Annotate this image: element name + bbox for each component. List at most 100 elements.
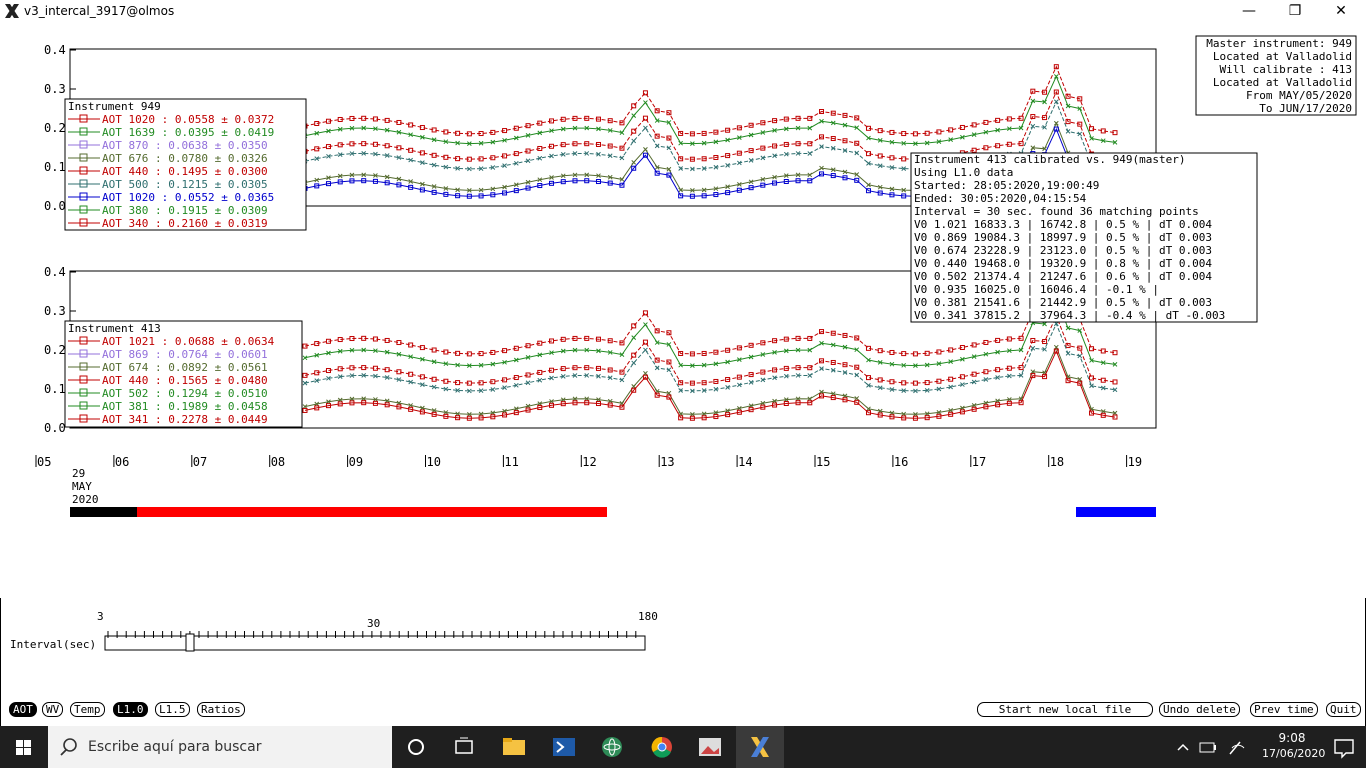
file-explorer-icon[interactable]: [490, 726, 538, 768]
search-placeholder: Escribe aquí para buscar: [88, 739, 262, 755]
info-line: Located at Valladolid: [1213, 76, 1352, 89]
x-tick-label: 11: [504, 455, 518, 469]
image-viewer-icon[interactable]: [686, 726, 734, 768]
powershell-icon[interactable]: [540, 726, 588, 768]
system-tray[interactable]: [1172, 726, 1262, 768]
legend-entry: AOT 870 : 0.0638 ± 0.0350: [102, 139, 268, 152]
start-new-local-file-button[interactable]: Start new local file: [977, 702, 1153, 717]
upper-y-tick: 0.2: [44, 121, 66, 135]
start-button[interactable]: [0, 726, 48, 768]
x-tick-label: 12: [582, 455, 596, 469]
window-titlebar: v3_intercal_3917@olmos — ❐ ✕: [0, 0, 1366, 22]
legend-entry: AOT 1639 : 0.0395 ± 0.0419: [102, 126, 274, 139]
slider-mid-label: 30: [367, 617, 380, 630]
legend-entry: AOT 340 : 0.2160 ± 0.0319: [102, 217, 268, 230]
interval-slider-handle[interactable]: [185, 633, 195, 652]
prev-time-button[interactable]: Prev time: [1250, 702, 1318, 717]
legend-entry: AOT 869 : 0.0764 ± 0.0601: [102, 348, 268, 361]
x-tick-label: 14: [738, 455, 752, 469]
x-tick-label: 10: [427, 455, 441, 469]
x-tick-label: 05: [37, 455, 51, 469]
windows-logo-icon: [16, 740, 31, 755]
calib-line: V0 1.021 16833.3 | 16742.8 | 0.5 % | dT …: [914, 218, 1212, 231]
legend-entry: AOT 381 : 0.1989 ± 0.0458: [102, 400, 268, 413]
clock[interactable]: 9:08 17/06/2020: [1262, 726, 1325, 768]
info-line: Master instrument: 949: [1206, 37, 1352, 50]
calib-line: Ended: 30:05:2020,04:15:54: [914, 192, 1087, 205]
info-line: To JUN/17/2020: [1259, 102, 1352, 115]
undo-delete-button[interactable]: Undo delete: [1159, 702, 1240, 717]
legend-entry: AOT 440 : 0.1495 ± 0.0300: [102, 165, 268, 178]
master-info-box: Master instrument: 949Located at Vallado…: [1195, 35, 1357, 116]
calib-line: Interval = 30 sec. found 36 matching poi…: [914, 205, 1199, 218]
calib-line: V0 0.341 37815.2 | 37964.3 | -0.4 % | dT…: [914, 309, 1225, 322]
atom-app-icon[interactable]: [588, 726, 636, 768]
upper-y-tick: 0.0: [44, 199, 66, 213]
lower-legend-title: Instrument 413: [68, 322, 161, 335]
legend-entry: AOT 1020 : 0.0552 ± 0.0365: [102, 191, 274, 204]
legend-entry: AOT 440 : 0.1565 ± 0.0480: [102, 374, 268, 387]
windows-taskbar: Escribe aquí para buscar 9:08 17/06/2020: [0, 726, 1366, 768]
upper-y-tick: 0.4: [44, 43, 66, 57]
upper-legend-title: Instrument 949: [68, 100, 161, 113]
wv-button[interactable]: WV: [42, 702, 64, 717]
lower-y-tick: 0.0: [44, 421, 66, 435]
legend-entry: AOT 380 : 0.1915 ± 0.0309: [102, 204, 268, 217]
status-bar-blue: [1076, 507, 1156, 517]
cortana-icon[interactable]: [392, 726, 440, 768]
lower-y-tick: 0.4: [44, 265, 66, 279]
upper-y-tick: 0.3: [44, 82, 66, 96]
x-tick-label: 16: [894, 455, 908, 469]
lower-legend: Instrument 413 AOT 1021 : 0.0688 ± 0.063…: [64, 320, 303, 428]
quit-button[interactable]: Quit: [1326, 702, 1361, 717]
x-tick-label: 18: [1050, 455, 1064, 469]
clock-time: 9:08: [1278, 731, 1306, 745]
x11-app-taskbar-icon[interactable]: [736, 726, 784, 768]
close-button[interactable]: ✕: [1318, 0, 1364, 22]
calib-line: Instrument 413 calibrated vs. 949(master…: [914, 153, 1186, 166]
slider-label: Interval(sec): [10, 638, 96, 651]
upper-legend: Instrument 949 AOT 1020 : 0.0558 ± 0.037…: [64, 98, 307, 231]
task-view-icon[interactable]: [440, 726, 488, 768]
legend-entry: AOT 500 : 0.1215 ± 0.0305: [102, 178, 268, 191]
tray-icons: [1177, 741, 1245, 755]
x-tick-label: 13: [660, 455, 674, 469]
lower-y-tick: 0.2: [44, 343, 66, 357]
x-tick-label: 08: [271, 455, 285, 469]
lower-y-tick: 0.1: [44, 382, 66, 396]
x-tick-label: 09: [349, 455, 363, 469]
calib-line: V0 0.674 23228.9 | 23123.0 | 0.5 % | dT …: [914, 244, 1212, 257]
date-label-month: MAY: [72, 480, 92, 493]
legend-entry: AOT 341 : 0.2278 ± 0.0449: [102, 413, 268, 426]
legend-entry: AOT 676 : 0.0780 ± 0.0326: [102, 152, 268, 165]
ratios-button[interactable]: Ratios: [197, 702, 245, 717]
control-panel: 3 30 180 Interval(sec) AOT WV Temp L1.0 …: [0, 598, 1366, 726]
info-line: Located at Valladolid: [1213, 50, 1352, 63]
legend-entry: AOT 502 : 0.1294 ± 0.0510: [102, 387, 268, 400]
l15-button[interactable]: L1.5: [155, 702, 190, 717]
taskbar-search-box[interactable]: Escribe aquí para buscar: [48, 726, 392, 768]
maximize-button[interactable]: ❐: [1272, 0, 1318, 22]
slider-min-label: 3: [97, 610, 104, 623]
calib-line: V0 0.502 21374.4 | 21247.6 | 0.6 % | dT …: [914, 270, 1212, 283]
notifications-icon[interactable]: [1322, 726, 1366, 768]
slider-max-label: 180: [638, 610, 658, 623]
info-line: Will calibrate : 413: [1220, 63, 1352, 76]
calibration-result-box: Instrument 413 calibrated vs. 949(master…: [910, 152, 1258, 323]
window-title: v3_intercal_3917@olmos: [24, 4, 175, 18]
minimize-button[interactable]: —: [1226, 0, 1272, 22]
plot-canvas[interactable]: 0.4 0.3 0.2 0.1 0.0 0.4 0.3 0.2 0.1 0.0 …: [0, 22, 1366, 598]
l10-button[interactable]: L1.0: [113, 702, 148, 717]
aot-button[interactable]: AOT: [9, 702, 37, 717]
date-label-year: 2020: [72, 493, 99, 506]
legend-entry: AOT 1021 : 0.0688 ± 0.0634: [102, 335, 275, 348]
calib-line: V0 0.381 21541.6 | 21442.9 | 0.5 % | dT …: [914, 296, 1212, 309]
chrome-icon[interactable]: [638, 726, 686, 768]
calib-line: V0 0.440 19468.0 | 19320.9 | 0.8 % | dT …: [914, 257, 1212, 270]
calib-line: V0 0.935 16025.0 | 16046.4 | -0.1 % |: [914, 283, 1159, 296]
lower-y-tick: 0.3: [44, 304, 66, 318]
search-icon: [60, 738, 77, 756]
x-axis: 05 06 07 08 09 10 11 12 13 14 15 16 17 18 19: [35, 455, 1142, 469]
temp-button[interactable]: Temp: [70, 702, 105, 717]
upper-y-tick: 0.1: [44, 160, 66, 174]
